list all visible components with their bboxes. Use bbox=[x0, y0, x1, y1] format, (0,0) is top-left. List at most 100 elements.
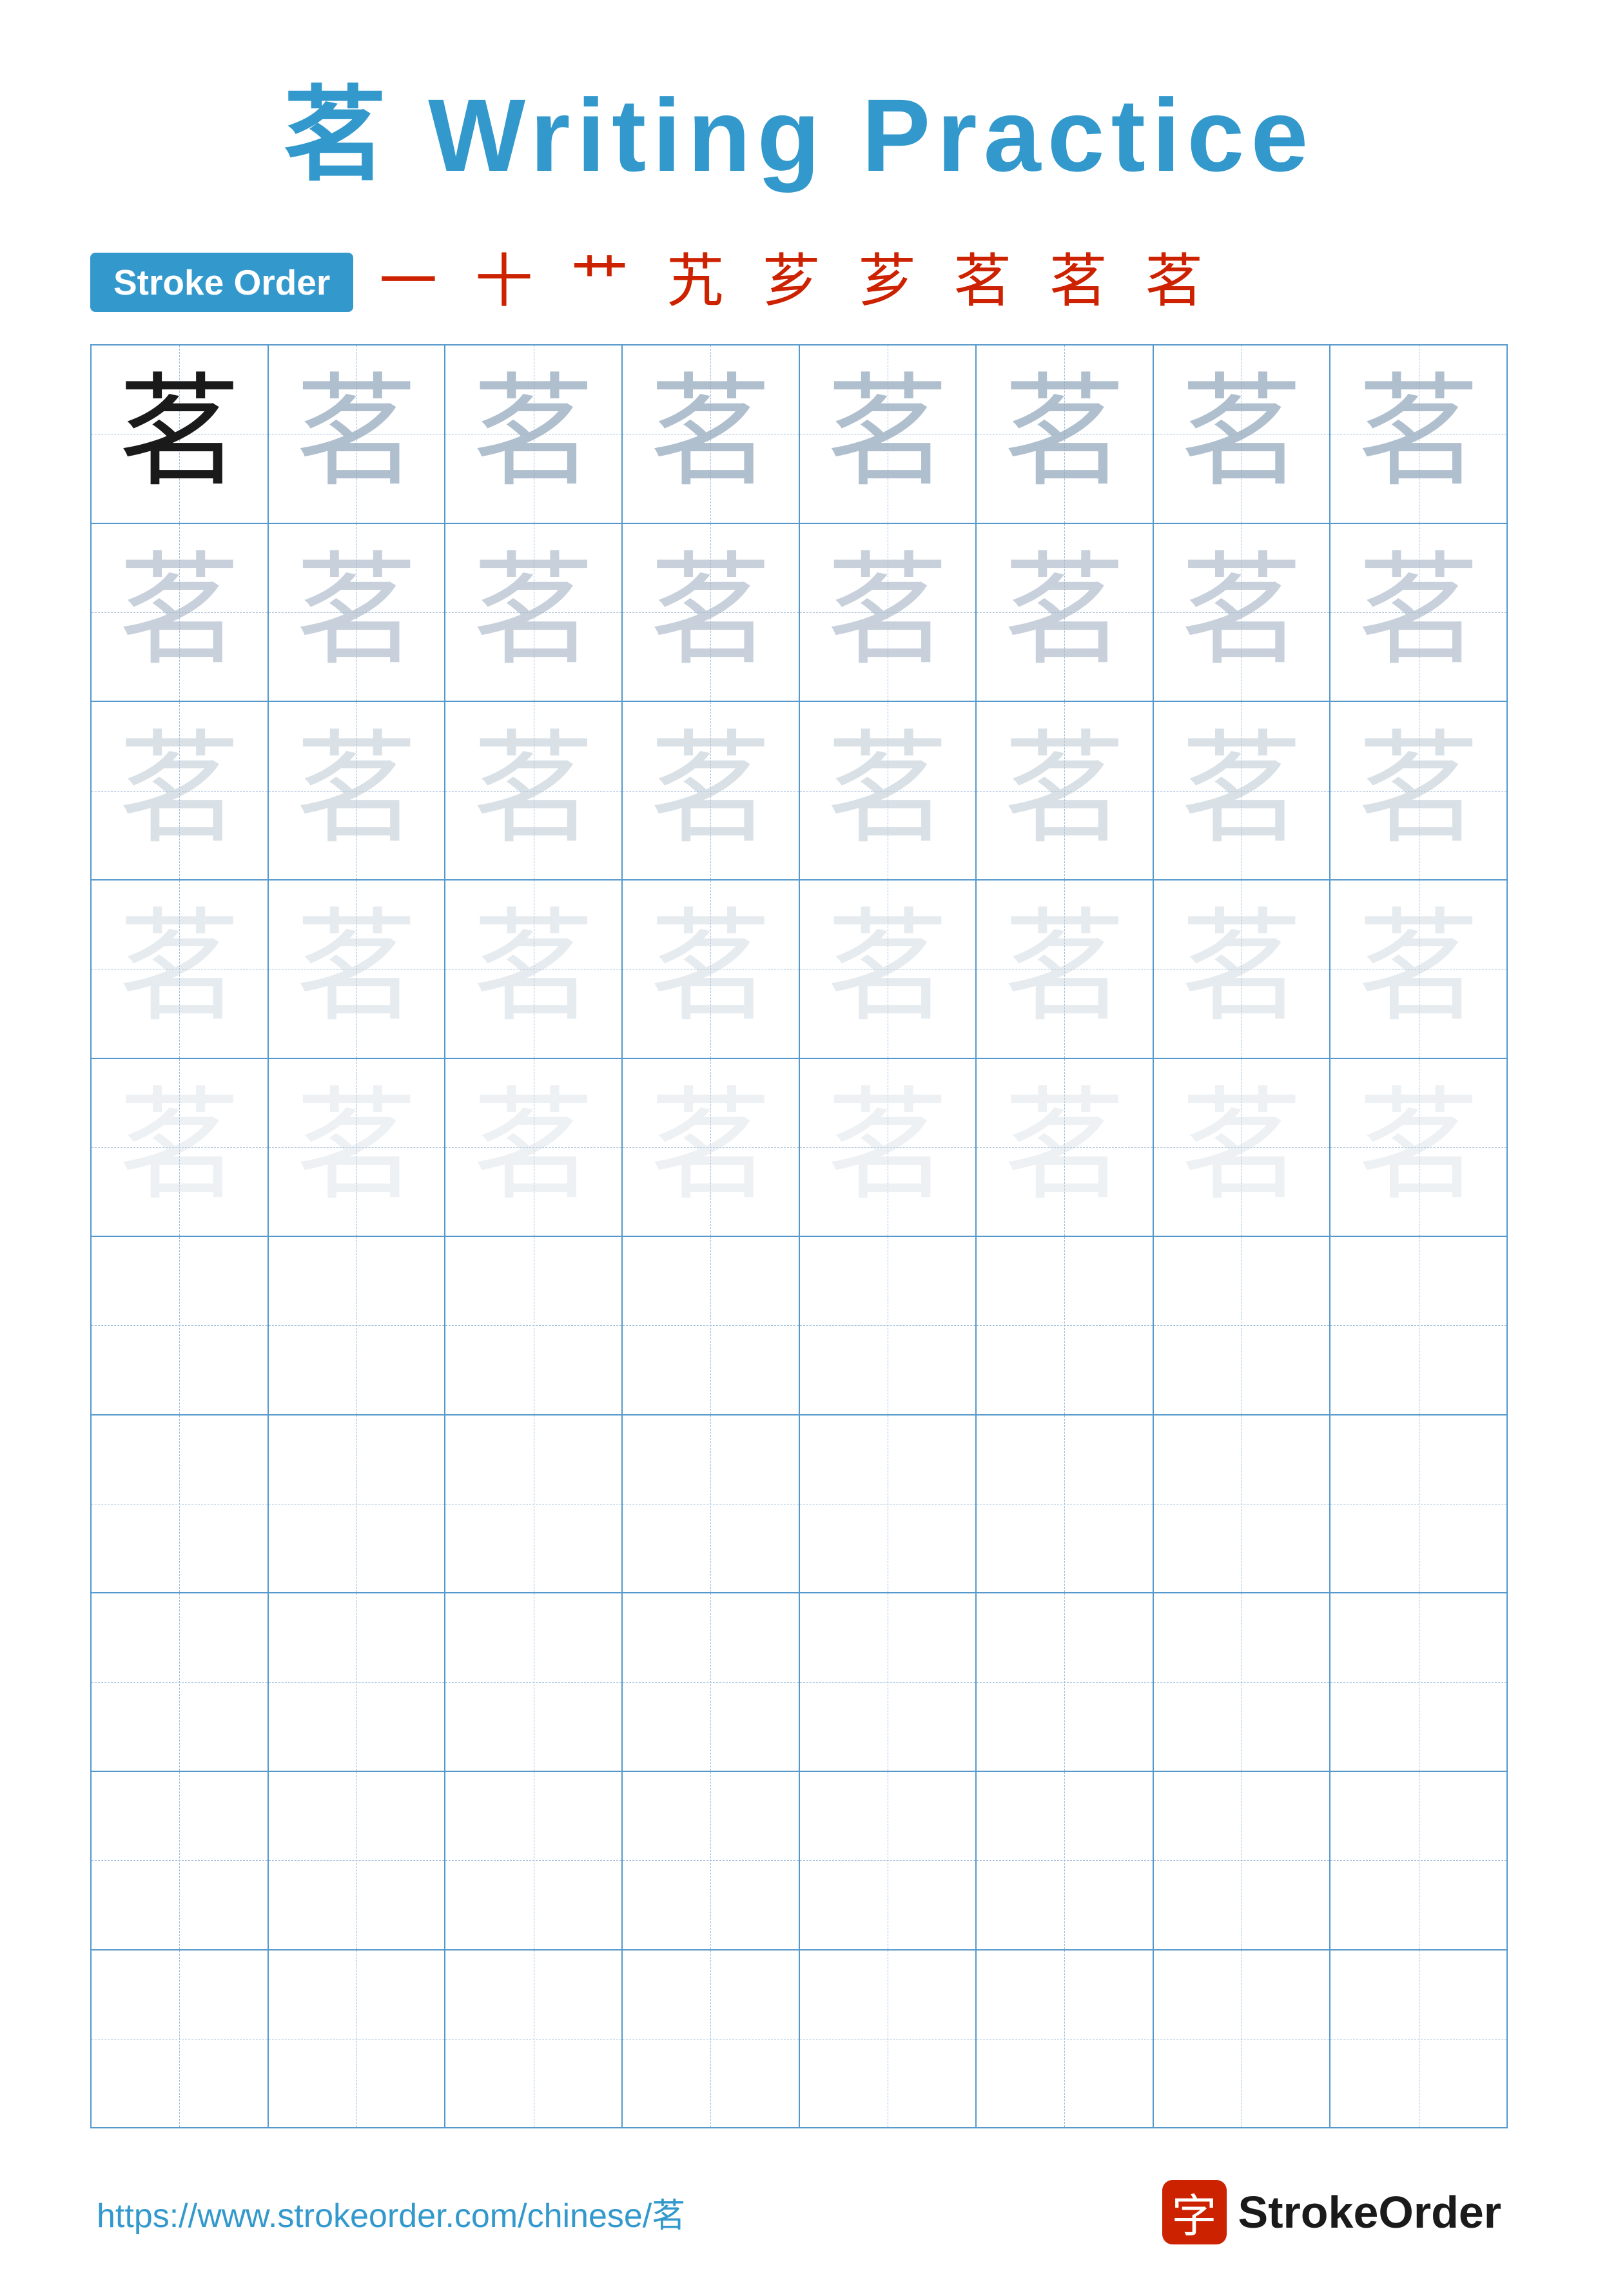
grid-cell bbox=[623, 1772, 800, 1949]
grid-cell bbox=[1154, 1772, 1331, 1949]
grid-cell bbox=[800, 1593, 977, 1771]
grid-cell: 茗 bbox=[92, 345, 269, 523]
practice-char: 茗 bbox=[1003, 551, 1125, 674]
grid-cell bbox=[800, 1951, 977, 2128]
grid-cell bbox=[623, 1593, 800, 1771]
practice-char: 茗 bbox=[1180, 551, 1303, 674]
grid-cell: 茗 bbox=[445, 524, 623, 701]
practice-char: 茗 bbox=[295, 730, 418, 852]
logo-char: 字 bbox=[1172, 2180, 1217, 2245]
grid-row: 茗 茗 茗 茗 茗 茗 茗 茗 bbox=[92, 345, 1506, 524]
grid-cell: 茗 bbox=[977, 524, 1154, 701]
grid-cell: 茗 bbox=[977, 702, 1154, 879]
grid-cell bbox=[1330, 1772, 1506, 1949]
practice-char: 茗 bbox=[118, 730, 240, 852]
practice-char: 茗 bbox=[1003, 730, 1125, 852]
grid-cell: 茗 bbox=[1330, 524, 1506, 701]
practice-char: 茗 bbox=[1003, 1086, 1125, 1209]
grid-cell: 茗 bbox=[269, 524, 446, 701]
grid-cell bbox=[1154, 1416, 1331, 1593]
footer-logo: 字 StrokeOrder bbox=[1162, 2180, 1501, 2244]
practice-char: 茗 bbox=[1180, 730, 1303, 852]
practice-char: 茗 bbox=[118, 373, 240, 495]
practice-char: 茗 bbox=[826, 908, 949, 1030]
practice-char: 茗 bbox=[1358, 551, 1480, 674]
grid-cell bbox=[1330, 1416, 1506, 1593]
grid-cell bbox=[92, 1593, 269, 1771]
grid-cell: 茗 bbox=[269, 345, 446, 523]
grid-cell: 茗 bbox=[800, 524, 977, 701]
practice-char: 茗 bbox=[295, 908, 418, 1030]
grid-cell: 茗 bbox=[445, 880, 623, 1058]
logo-icon: 字 bbox=[1162, 2180, 1227, 2244]
practice-char: 茗 bbox=[649, 551, 772, 674]
practice-char: 茗 bbox=[118, 551, 240, 674]
grid-cell bbox=[445, 1416, 623, 1593]
practice-char: 茗 bbox=[1003, 908, 1125, 1030]
practice-char: 茗 bbox=[473, 373, 595, 495]
practice-char: 茗 bbox=[826, 373, 949, 495]
grid-cell: 茗 bbox=[623, 345, 800, 523]
grid-row: 茗 茗 茗 茗 茗 茗 茗 茗 bbox=[92, 702, 1506, 880]
grid-cell bbox=[445, 1237, 623, 1414]
practice-char: 茗 bbox=[473, 730, 595, 852]
grid-cell bbox=[623, 1237, 800, 1414]
grid-cell: 茗 bbox=[1154, 1059, 1331, 1236]
stroke-order-row: Stroke Order 一 十 艹 艽 芗 芗 茗 茗 茗 bbox=[90, 253, 1508, 312]
grid-cell bbox=[623, 1951, 800, 2128]
grid-cell bbox=[269, 1593, 446, 1771]
practice-char: 茗 bbox=[1180, 1086, 1303, 1209]
practice-char: 茗 bbox=[473, 551, 595, 674]
practice-char: 茗 bbox=[826, 730, 949, 852]
practice-char: 茗 bbox=[1358, 908, 1480, 1030]
grid-cell bbox=[269, 1416, 446, 1593]
grid-cell: 茗 bbox=[1330, 702, 1506, 879]
practice-char: 茗 bbox=[1180, 373, 1303, 495]
grid-cell: 茗 bbox=[623, 1059, 800, 1236]
grid-cell: 茗 bbox=[445, 1059, 623, 1236]
practice-grid: 茗 茗 茗 茗 茗 茗 茗 茗 茗 茗 茗 茗 茗 茗 茗 茗 茗 茗 茗 茗 … bbox=[90, 344, 1508, 2128]
grid-cell: 茗 bbox=[92, 702, 269, 879]
grid-cell: 茗 bbox=[445, 702, 623, 879]
grid-cell bbox=[1330, 1237, 1506, 1414]
grid-cell: 茗 bbox=[977, 345, 1154, 523]
practice-char: 茗 bbox=[649, 730, 772, 852]
practice-char: 茗 bbox=[1003, 373, 1125, 495]
grid-row: 茗 茗 茗 茗 茗 茗 茗 茗 bbox=[92, 1059, 1506, 1238]
grid-cell: 茗 bbox=[269, 702, 446, 879]
practice-char: 茗 bbox=[1358, 730, 1480, 852]
grid-cell: 茗 bbox=[269, 880, 446, 1058]
stroke-order-badge: Stroke Order bbox=[90, 253, 353, 312]
grid-cell: 茗 bbox=[800, 345, 977, 523]
grid-row: 茗 茗 茗 茗 茗 茗 茗 茗 bbox=[92, 880, 1506, 1059]
grid-cell bbox=[445, 1593, 623, 1771]
grid-cell bbox=[977, 1772, 1154, 1949]
grid-cell: 茗 bbox=[623, 880, 800, 1058]
grid-row: 茗 茗 茗 茗 茗 茗 茗 茗 bbox=[92, 524, 1506, 703]
grid-cell: 茗 bbox=[623, 702, 800, 879]
stroke-order-chars: 一 十 艹 艽 芗 芗 茗 茗 茗 bbox=[379, 253, 1214, 311]
practice-char: 茗 bbox=[118, 1086, 240, 1209]
practice-char: 茗 bbox=[1180, 908, 1303, 1030]
practice-char: 茗 bbox=[295, 373, 418, 495]
grid-cell: 茗 bbox=[800, 1059, 977, 1236]
grid-cell bbox=[800, 1772, 977, 1949]
practice-char: 茗 bbox=[295, 1086, 418, 1209]
grid-row-empty bbox=[92, 1416, 1506, 1594]
grid-cell bbox=[1330, 1951, 1506, 2128]
practice-char: 茗 bbox=[1358, 1086, 1480, 1209]
grid-cell bbox=[977, 1951, 1154, 2128]
footer: https://www.strokeorder.com/chinese/茗 字 … bbox=[90, 2180, 1508, 2244]
page-title: 茗 Writing Practice bbox=[284, 52, 1315, 201]
grid-cell bbox=[800, 1416, 977, 1593]
grid-row-empty bbox=[92, 1237, 1506, 1416]
grid-cell bbox=[269, 1237, 446, 1414]
grid-cell bbox=[92, 1416, 269, 1593]
grid-cell bbox=[1330, 1593, 1506, 1771]
grid-cell: 茗 bbox=[1154, 880, 1331, 1058]
practice-char: 茗 bbox=[473, 1086, 595, 1209]
grid-cell bbox=[92, 1772, 269, 1949]
grid-cell: 茗 bbox=[1154, 524, 1331, 701]
grid-cell bbox=[1154, 1951, 1331, 2128]
grid-cell: 茗 bbox=[1330, 1059, 1506, 1236]
